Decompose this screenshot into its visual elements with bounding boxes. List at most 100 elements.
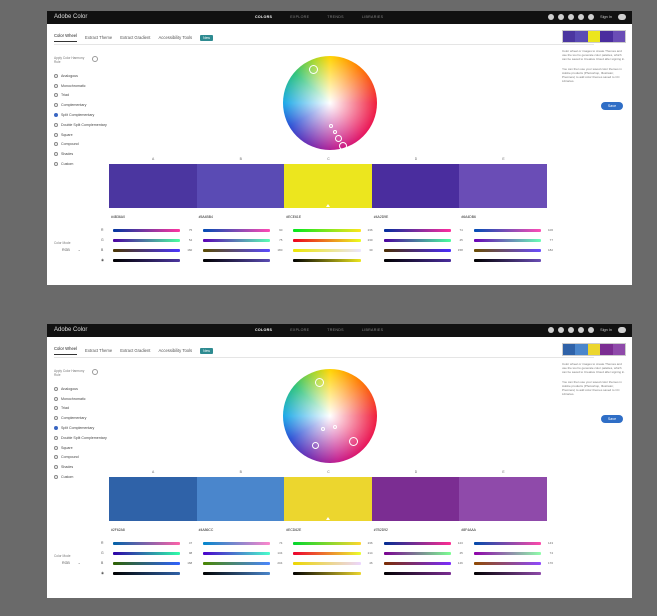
- hex-value[interactable]: #5A4BB4: [199, 215, 287, 219]
- tab-extract-theme[interactable]: Extract Theme: [85, 348, 112, 353]
- color-slider[interactable]: [203, 258, 271, 262]
- radio-icon[interactable]: [54, 435, 58, 440]
- color-slider[interactable]: [473, 238, 542, 242]
- color-slider[interactable]: [383, 571, 451, 575]
- slider-value[interactable]: 45: [451, 238, 462, 242]
- slider-value[interactable]: 214: [361, 551, 373, 555]
- slider-value[interactable]: 170: [541, 561, 553, 565]
- slider-value[interactable]: 47: [180, 541, 192, 545]
- nav-explore[interactable]: EXPLORE: [290, 15, 309, 19]
- slider-value[interactable]: 230: [361, 238, 373, 242]
- color-slider[interactable]: [383, 551, 451, 555]
- nav-libraries[interactable]: LIBRARIES: [362, 328, 383, 332]
- tab-extract-gradient[interactable]: Extract Gradient: [120, 348, 150, 353]
- save-button[interactable]: Save: [601, 102, 623, 110]
- color-swatch[interactable]: [459, 477, 547, 521]
- slider-value[interactable]: 45: [451, 551, 462, 555]
- slider-value[interactable]: 90: [270, 228, 282, 232]
- radio-icon[interactable]: [54, 152, 58, 157]
- color-slider[interactable]: [383, 248, 451, 252]
- radio-icon[interactable]: [54, 406, 58, 411]
- tab-accessibility-tools[interactable]: Accessibility Tools: [158, 348, 192, 353]
- tab-color-wheel[interactable]: Color Wheel: [54, 346, 78, 355]
- color-swatch[interactable]: [196, 477, 285, 521]
- slider-value[interactable]: 158: [451, 248, 463, 252]
- slider-value[interactable]: 54: [180, 238, 192, 242]
- color-slider[interactable]: [203, 248, 271, 252]
- color-slider[interactable]: [113, 248, 181, 252]
- bell-icon[interactable]: [578, 327, 585, 333]
- color-wheel[interactable]: [283, 369, 377, 463]
- color-slider[interactable]: [383, 228, 451, 232]
- app-title[interactable]: Adobe Color: [54, 327, 87, 333]
- wheel-handle[interactable]: [308, 64, 318, 74]
- radio-icon[interactable]: [54, 113, 58, 118]
- color-slider[interactable]: [383, 541, 451, 545]
- slider-value[interactable]: 77: [541, 238, 553, 242]
- color-slider[interactable]: [203, 551, 271, 555]
- radio-icon[interactable]: [54, 132, 58, 137]
- slider-value[interactable]: 236: [361, 228, 373, 232]
- search-icon[interactable]: [548, 327, 555, 333]
- color-swatch[interactable]: [109, 477, 197, 521]
- help-icon[interactable]: [558, 327, 565, 333]
- hex-value[interactable]: #ECD62E: [286, 528, 374, 532]
- menu-icon[interactable]: [618, 14, 626, 20]
- color-swatch[interactable]: [371, 164, 460, 208]
- hex-value[interactable]: #6A4DB6: [461, 215, 549, 219]
- rule-triad[interactable]: Triad: [54, 91, 107, 101]
- slider-value[interactable]: 236: [361, 541, 373, 545]
- nav-colors[interactable]: COLORS: [255, 328, 272, 332]
- wheel-handle[interactable]: [311, 441, 319, 449]
- radio-icon[interactable]: [54, 465, 58, 470]
- color-mode-select[interactable]: RGB ⌄: [54, 561, 81, 565]
- nav-trends[interactable]: TRENDS: [327, 15, 344, 19]
- radio-icon[interactable]: [54, 103, 58, 108]
- wheel-handle[interactable]: [348, 436, 358, 446]
- slider-value[interactable]: 182: [541, 248, 553, 252]
- slider-value[interactable]: 168: [180, 561, 192, 565]
- bell-icon[interactable]: [578, 14, 585, 20]
- color-slider[interactable]: [473, 248, 542, 252]
- slider-value[interactable]: 146: [451, 561, 463, 565]
- rule-double-split-complementary[interactable]: Double Split Complementary: [54, 433, 107, 443]
- slider-value[interactable]: 74: [541, 551, 553, 555]
- wheel-handle[interactable]: [334, 134, 342, 142]
- color-slider[interactable]: [203, 238, 271, 242]
- hex-value[interactable]: #2F62A8: [111, 528, 199, 532]
- search-icon[interactable]: [548, 14, 555, 20]
- rule-complementary[interactable]: Complementary: [54, 100, 107, 110]
- slider-value[interactable]: 160: [180, 248, 192, 252]
- chevron-down-icon[interactable]: ⌄: [78, 248, 81, 252]
- rule-custom[interactable]: Custom: [54, 159, 107, 169]
- nav-explore[interactable]: EXPLORE: [290, 328, 309, 332]
- sign-in-link[interactable]: Sign In: [600, 328, 612, 332]
- color-slider[interactable]: [473, 541, 542, 545]
- slider-value[interactable]: 74: [270, 541, 282, 545]
- help-icon[interactable]: [558, 14, 565, 20]
- radio-icon[interactable]: [54, 73, 58, 78]
- tab-color-wheel[interactable]: Color Wheel: [54, 33, 78, 42]
- radio-icon[interactable]: [54, 426, 58, 431]
- slider-value[interactable]: 180: [270, 248, 282, 252]
- slider-value[interactable]: 204: [270, 561, 282, 565]
- color-slider[interactable]: [113, 551, 181, 555]
- save-button[interactable]: Save: [601, 415, 623, 423]
- color-slider[interactable]: [473, 551, 542, 555]
- info-icon[interactable]: [92, 369, 98, 375]
- tab-extract-theme[interactable]: Extract Theme: [85, 35, 112, 40]
- color-slider[interactable]: [473, 561, 542, 565]
- lock-icon[interactable]: ◉: [101, 571, 104, 575]
- wheel-handle[interactable]: [314, 377, 324, 387]
- rule-compound[interactable]: Compound: [54, 453, 107, 463]
- radio-icon[interactable]: [54, 162, 58, 167]
- color-swatch[interactable]: [459, 164, 547, 208]
- color-slider[interactable]: [473, 228, 542, 232]
- hex-value[interactable]: #4A2D9E: [374, 215, 462, 219]
- color-slider[interactable]: [293, 258, 361, 262]
- color-slider[interactable]: [383, 561, 451, 565]
- radio-icon[interactable]: [54, 83, 58, 88]
- wheel-handle[interactable]: [339, 142, 347, 150]
- color-slider[interactable]: [203, 561, 271, 565]
- globe-icon[interactable]: [568, 327, 575, 333]
